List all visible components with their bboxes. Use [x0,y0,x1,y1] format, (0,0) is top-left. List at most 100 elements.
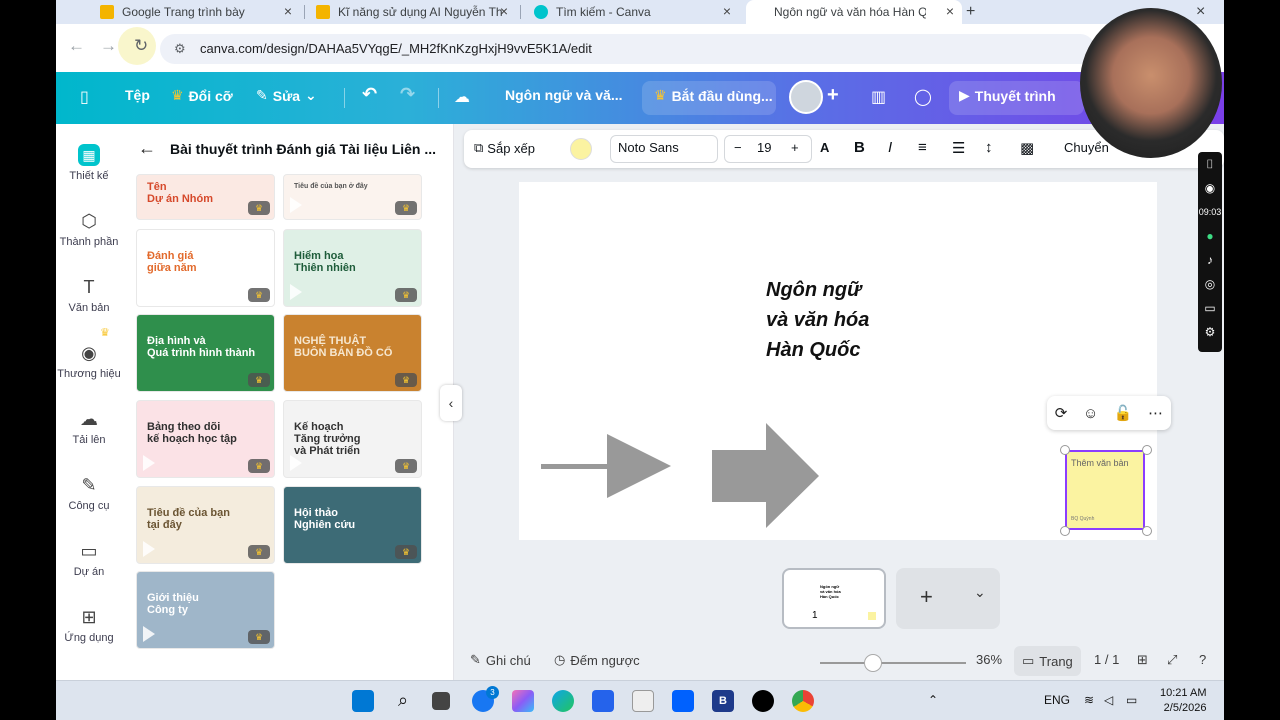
page-count[interactable]: 1 / 1 [1094,652,1119,667]
back-icon[interactable]: ← [68,36,85,56]
analytics-icon[interactable]: ▥ [871,87,886,107]
copilot-icon[interactable] [512,690,534,712]
template-thumbnail[interactable]: Hiểm họa Thiên nhiên ♛ [283,229,422,307]
record-icon[interactable]: ◉ [1198,176,1222,200]
color-swatch[interactable] [570,138,592,160]
cloud-save-icon[interactable]: ☁ [454,87,470,107]
tab-close-icon[interactable]: × [946,3,954,19]
camera-icon[interactable]: ⌷ [1198,152,1222,176]
zoom-level[interactable]: 36% [976,652,1002,667]
rail-projects[interactable]: ▭ Dự án [56,540,122,578]
lang-indicator[interactable]: ENG [1044,693,1070,707]
slide-page[interactable]: Ngôn ngữ và văn hóa Hàn Quốc [519,182,1157,540]
tab-close-icon[interactable]: × [284,3,292,19]
help-icon[interactable]: ? [1199,652,1206,667]
rail-tools[interactable]: ✎ Công cụ [56,474,122,512]
italic-icon[interactable]: I [888,139,892,156]
add-page-button[interactable]: + ⌄ [896,568,1000,629]
lock-icon[interactable]: 🔓 [1114,404,1133,422]
rail-upload[interactable]: ☁ Tải lên [56,408,122,446]
app-b-icon[interactable]: B [712,690,734,712]
undo-icon[interactable]: ↶ [362,84,377,105]
add-collaborator-icon[interactable]: + [827,84,839,107]
tab-ai-skills[interactable]: Kĩ năng sử dụng AI Nguyễn Thị × [316,0,516,24]
task-view-icon[interactable] [432,692,450,710]
zoom-slider[interactable] [820,662,966,664]
convert-button[interactable]: Chuyển [1064,140,1109,155]
site-settings-icon[interactable]: ⚙ [174,41,186,57]
mic-icon[interactable]: ● [1198,224,1222,248]
window-icon[interactable]: ▭ [1198,296,1222,320]
resize-handle[interactable] [1142,526,1152,536]
collapse-panel-icon[interactable]: ‹ [440,385,462,421]
template-thumbnail[interactable]: Tên Dự án Nhóm ♛ [136,174,275,220]
tray-chevron-icon[interactable]: ⌃ [928,693,938,707]
rail-design[interactable]: ▦ Thiết kế [56,144,122,182]
font-size-increase[interactable]: + [791,140,799,155]
volume-icon[interactable]: ◁ [1104,693,1113,707]
template-thumbnail[interactable]: Tiêu đề của bạn ở đây ♛ [283,174,422,220]
grid-view-icon[interactable]: ⊞ [1137,652,1148,668]
amazon-icon[interactable] [632,690,654,712]
arrange-button[interactable]: ⧉ Sắp xếp [474,140,535,156]
file-menu[interactable]: Tệp [125,87,150,103]
chrome-icon[interactable] [792,690,814,712]
speaker-icon[interactable]: ♪ [1198,248,1222,272]
timer-button[interactable]: ◷ Đếm ngược [554,652,640,668]
resize-handle[interactable] [1060,445,1070,455]
tiktok-icon[interactable] [752,690,774,712]
redo-icon[interactable]: ↷ [400,84,415,105]
tab-canva-design[interactable]: Ngôn ngữ và văn hóa Hàn Quốc × [746,0,962,24]
rail-elements[interactable]: ⬡ Thành phần [56,210,122,248]
comment-icon[interactable]: ◯ [914,87,932,107]
new-tab-button[interactable]: + [966,0,975,24]
bold-icon[interactable]: B [854,139,865,156]
template-thumbnail[interactable]: Đánh giá giữa năm ♛ [136,229,275,307]
sidebar-toggle-icon[interactable]: ▯ [80,87,89,107]
wifi-icon[interactable]: ≋ [1084,693,1094,707]
transparency-icon[interactable]: ▩ [1020,139,1034,157]
spacing-icon[interactable]: ↕ [985,139,993,156]
fullscreen-icon[interactable]: ⤢ [1167,652,1177,668]
template-thumbnail[interactable]: Kế hoạch Tăng trưởng và Phát triển ♛ [283,400,422,478]
list-icon[interactable]: ☰ [952,139,965,157]
notes-button[interactable]: ✎ Ghi chú [470,652,531,668]
reaction-icon[interactable]: ☺ [1083,405,1098,422]
align-icon[interactable]: ≡ [918,139,927,156]
battery-icon[interactable]: ▭ [1126,693,1137,707]
avatar[interactable] [789,80,823,114]
resize-handle[interactable] [1060,526,1070,536]
slide-title[interactable]: Ngôn ngữ và văn hóa Hàn Quốc [766,275,869,365]
rail-brand[interactable]: ◉ Thương hiệu ♛ [56,327,122,380]
tab-close-icon[interactable]: × [723,3,731,19]
font-size-value[interactable]: 19 [757,140,771,155]
tab-close-icon[interactable]: × [500,3,508,19]
template-thumbnail[interactable]: Tiêu đề của bạn tại đây ♛ [136,486,275,564]
more-icon[interactable]: ⋯ [1148,404,1163,422]
template-thumbnail[interactable]: Hội thảo Nghiên cứu ♛ [283,486,422,564]
rail-text[interactable]: T Văn bản [56,276,122,314]
webcam-icon[interactable]: ◎ [1198,272,1222,296]
font-size-decrease[interactable]: − [734,140,742,155]
template-thumbnail[interactable]: NGHỆ THUẬT BUÔN BÁN ĐỒ CỔ ♛ [283,314,422,392]
sticky-note[interactable]: Thêm văn bản BQ Quỳnh [1065,450,1145,530]
template-thumbnail[interactable]: Giới thiệu Công ty ♛ [136,571,275,649]
rail-apps[interactable]: ⊞ Ứng dụng [56,606,122,644]
text-color-icon[interactable]: A [820,140,829,155]
template-thumbnail[interactable]: Địa hình và Quá trình hình thành ♛ [136,314,275,392]
edge-icon[interactable] [552,690,574,712]
store-icon[interactable] [592,690,614,712]
search-icon[interactable]: ⌕ [392,690,414,712]
resize-button[interactable]: ♛ Đổi cỡ [171,87,233,104]
template-thumbnail[interactable]: Bảng theo dõi kế hoạch học tập ♛ [136,400,275,478]
settings-icon[interactable]: ⚙ [1198,320,1222,344]
comment-add-icon[interactable]: ⟳ [1055,404,1068,422]
pages-button[interactable]: ▭ Trang [1014,646,1081,676]
clock[interactable]: 10:21 AM 2/5/2026 [1160,686,1206,716]
back-arrow-icon[interactable]: ← [138,138,156,159]
resize-handle[interactable] [1142,445,1152,455]
edit-menu[interactable]: ✎ Sửa ⌄ [256,87,317,104]
forward-icon[interactable]: → [100,36,117,56]
tab-canva-search[interactable]: Tìm kiếm - Canva × [534,0,739,24]
dropbox-icon[interactable] [672,690,694,712]
